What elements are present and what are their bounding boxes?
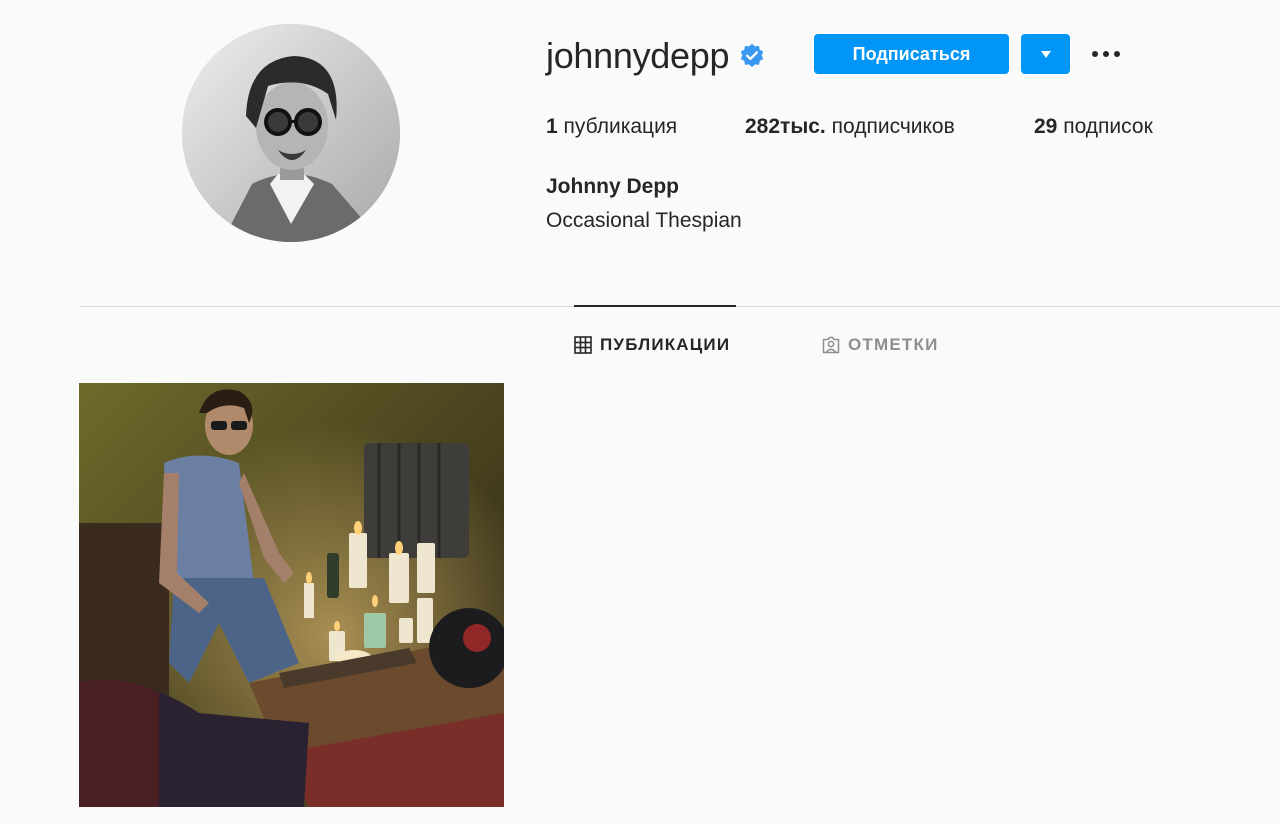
tab-tagged[interactable]: ОТМЕТКИ: [822, 333, 939, 357]
active-tab-indicator: [574, 305, 736, 307]
followers-count: 282тыс.: [745, 115, 826, 138]
verified-badge-icon: [739, 43, 765, 69]
following-stat[interactable]: 29 подписок: [1034, 113, 1153, 141]
posts-count: 1: [546, 115, 558, 138]
full-name: Johnny Depp: [546, 175, 680, 198]
grid-icon: [574, 336, 592, 354]
posts-label: публикация: [563, 115, 678, 138]
following-count: 29: [1034, 115, 1058, 138]
posts-stat: 1 публикация: [546, 113, 677, 141]
suggested-dropdown-button[interactable]: [1021, 34, 1070, 74]
tab-tagged-label: ОТМЕТКИ: [848, 335, 939, 354]
tab-posts-label: ПУБЛИКАЦИИ: [600, 335, 731, 354]
avatar-photo: [182, 24, 400, 242]
more-options-icon: [1092, 51, 1098, 57]
follow-button[interactable]: Подписаться: [814, 34, 1009, 74]
username-row: johnnydepp: [546, 34, 765, 78]
more-options-dot: [1114, 51, 1120, 57]
tagged-person-icon: [822, 336, 840, 354]
tab-posts[interactable]: ПУБЛИКАЦИИ: [574, 333, 730, 357]
followers-stat[interactable]: 282тыс. подписчиков: [745, 113, 955, 141]
post-photo: [79, 383, 504, 807]
followers-label: подписчиков: [831, 115, 955, 138]
chevron-down-icon: [1040, 50, 1051, 58]
following-label: подписок: [1063, 115, 1153, 138]
bio: Occasional Thespian: [546, 209, 742, 232]
more-options-button[interactable]: [1086, 38, 1126, 70]
profile-avatar[interactable]: [182, 24, 400, 242]
username: johnnydepp: [546, 35, 730, 76]
profile-page: johnnydepp Подписаться 1 публикация 282т…: [0, 0, 1280, 824]
post-thumbnail[interactable]: [79, 383, 504, 807]
more-options-dot: [1103, 51, 1109, 57]
